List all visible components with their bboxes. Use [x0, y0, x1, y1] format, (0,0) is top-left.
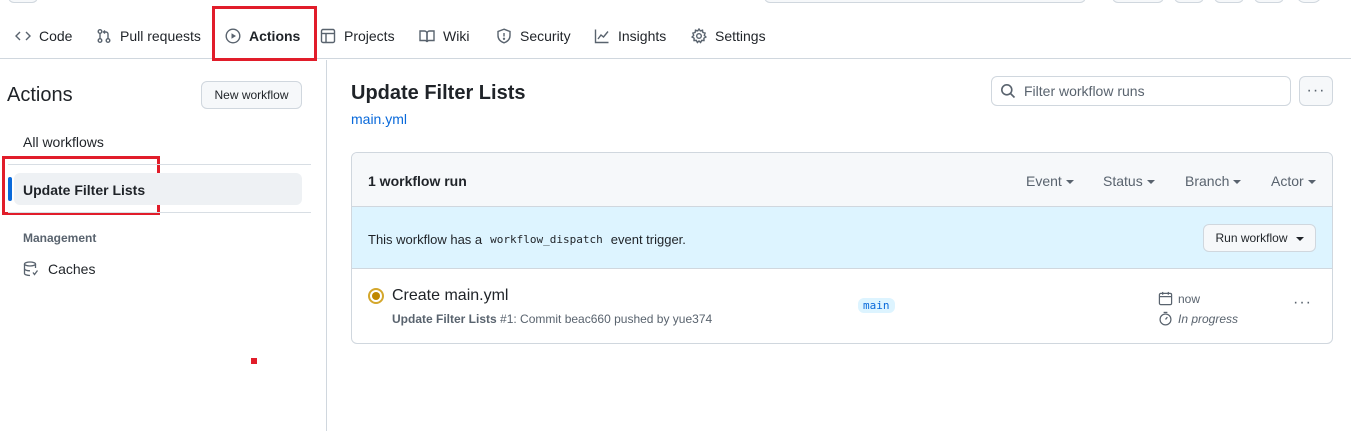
active-indicator	[8, 177, 12, 201]
graph-icon	[594, 29, 609, 44]
tab-insights[interactable]: Insights	[594, 22, 666, 50]
repo-nav: Code Pull requests Actions Projects Wiki…	[0, 12, 1351, 60]
run-title-link[interactable]: Create main.yml	[392, 287, 508, 305]
sidebar-divider	[8, 164, 311, 165]
filter-label: Branch	[1185, 173, 1230, 189]
in-progress-status-icon	[368, 288, 384, 304]
chevron-down-icon	[1065, 180, 1074, 184]
sidebar-title: Actions	[7, 84, 73, 106]
filter-branch-dropdown[interactable]: Branch	[1185, 173, 1242, 189]
page-title: Update Filter Lists	[351, 82, 526, 104]
filter-workflow-runs-input[interactable]: Filter workflow runs	[991, 76, 1291, 106]
workflow-file-link[interactable]: main.yml	[351, 111, 407, 127]
sidebar-divider	[8, 212, 311, 213]
sidebar-item-label: Caches	[48, 261, 96, 277]
tab-label: Actions	[249, 28, 301, 44]
tab-label: Settings	[715, 28, 766, 44]
book-icon	[419, 30, 435, 43]
tab-label: Pull requests	[120, 28, 201, 44]
tab-security[interactable]: Security	[496, 22, 571, 50]
run-time-value: now	[1178, 291, 1201, 306]
run-workflow-name: Update Filter Lists	[392, 312, 497, 326]
run-time: now	[1158, 291, 1200, 306]
header-remnant	[0, 0, 1351, 6]
run-details: #1: Commit beac660 pushed by yue374	[500, 312, 713, 326]
dispatch-event-code: workflow_dispatch	[490, 233, 603, 246]
sidebar-group-heading: Management	[23, 231, 97, 245]
new-workflow-button[interactable]: New workflow	[201, 81, 302, 109]
actions-sidebar: Actions New workflow All workflows Updat…	[0, 60, 327, 431]
tab-label: Wiki	[443, 28, 470, 44]
tab-code[interactable]: Code	[15, 22, 72, 50]
header-search-remnant	[764, 0, 1086, 3]
tab-projects[interactable]: Projects	[320, 22, 395, 50]
tab-settings[interactable]: Settings	[691, 22, 766, 50]
tab-pull-requests[interactable]: Pull requests	[96, 22, 201, 50]
run-status-text: In progress	[1178, 311, 1239, 326]
chevron-down-icon	[1233, 180, 1242, 184]
shield-icon	[497, 28, 511, 44]
code-icon	[15, 31, 31, 41]
runs-count: 1 workflow run	[368, 173, 467, 189]
filter-actor-dropdown[interactable]: Actor	[1271, 173, 1316, 189]
header-button-remnant	[1254, 0, 1284, 3]
search-icon	[1001, 84, 1016, 99]
header-button-remnant	[1174, 0, 1204, 3]
tab-label: Code	[39, 28, 73, 44]
sidebar-item-caches[interactable]: Caches	[23, 261, 95, 277]
filter-status-dropdown[interactable]: Status	[1103, 173, 1155, 189]
sidebar-item-label[interactable]: Update Filter Lists	[23, 182, 145, 198]
play-icon	[225, 28, 241, 44]
runs-header: 1 workflow run Event Status Branch Actor	[352, 153, 1332, 207]
workflow-runs-panel: 1 workflow run Event Status Branch Actor…	[351, 152, 1333, 344]
header-button-remnant	[1214, 0, 1244, 3]
chevron-down-icon	[1307, 180, 1316, 184]
filter-label: Actor	[1271, 173, 1304, 189]
header-button-remnant	[1112, 0, 1164, 3]
filter-label: Status	[1103, 173, 1143, 189]
dispatch-text-after: event trigger.	[610, 232, 686, 247]
git-pull-request-icon	[97, 29, 111, 43]
filter-placeholder: Filter workflow runs	[1024, 83, 1145, 99]
stopwatch-icon	[1159, 311, 1172, 326]
calendar-icon	[1158, 291, 1173, 306]
dispatch-message: This workflow has a workflow_dispatch ev…	[368, 231, 686, 248]
tab-actions[interactable]: Actions	[220, 22, 305, 60]
chevron-down-icon	[1295, 237, 1304, 241]
workflow-run-row[interactable]: Create main.yml Update Filter Lists #1: …	[352, 269, 1332, 343]
annotation-dot	[251, 358, 257, 364]
avatar[interactable]	[1296, 0, 1322, 3]
run-more-options-button[interactable]: ···	[1293, 294, 1312, 312]
run-workflow-button[interactable]: Run workflow	[1203, 224, 1316, 252]
gear-icon	[691, 28, 707, 44]
tab-label: Security	[520, 28, 571, 44]
database-icon	[23, 261, 39, 277]
run-subtitle: Update Filter Lists #1: Commit beac660 p…	[392, 312, 712, 326]
run-duration: In progress	[1158, 311, 1238, 326]
more-options-button[interactable]: ···	[1299, 76, 1333, 106]
filter-label: Event	[1026, 173, 1062, 189]
header-button-remnant	[8, 0, 38, 3]
tab-wiki[interactable]: Wiki	[419, 22, 469, 50]
sidebar-item-all-workflows[interactable]: All workflows	[23, 134, 104, 150]
branch-badge[interactable]: main	[858, 298, 895, 313]
dispatch-text-before: This workflow has a	[368, 232, 483, 247]
table-icon	[320, 28, 336, 44]
workflow-dispatch-banner: This workflow has a workflow_dispatch ev…	[352, 207, 1332, 269]
tab-label: Insights	[618, 28, 667, 44]
chevron-down-icon	[1146, 180, 1155, 184]
run-workflow-label: Run workflow	[1215, 231, 1288, 245]
tab-label: Projects	[344, 28, 395, 44]
filter-event-dropdown[interactable]: Event	[1026, 173, 1074, 189]
